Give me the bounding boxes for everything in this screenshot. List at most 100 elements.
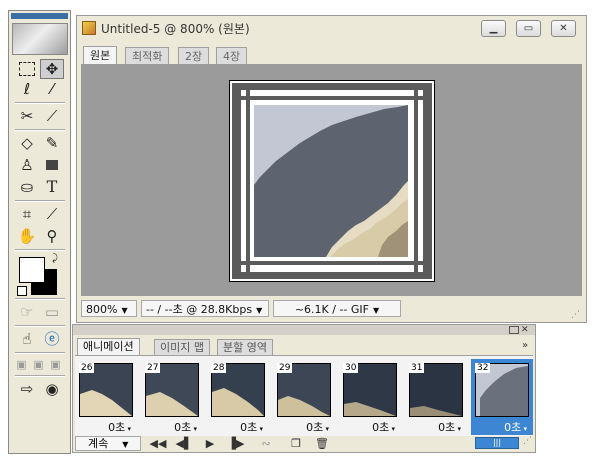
palette-menu-icon[interactable]: »	[522, 340, 528, 351]
file-size-select[interactable]: ~6.1K / -- GIF ▼	[273, 300, 401, 317]
slice-icon[interactable]: ✂	[15, 106, 39, 126]
frame-delay-value: 0초	[372, 421, 390, 434]
frame-strip: 26 0초 ▾ 27 0초 ▾ 28 0초 ▾ 29 0초 ▾ 30 0초 ▾ …	[75, 355, 533, 436]
hand-icon[interactable]: ✋	[15, 226, 39, 246]
zoom-icon[interactable]: ⚲	[40, 226, 64, 246]
frame-delay-value: 0초	[306, 421, 324, 434]
tab-slices[interactable]: 분할 영역	[217, 339, 273, 355]
animation-frame[interactable]: 28 0초 ▾	[207, 359, 269, 435]
frame-number: 26	[79, 363, 95, 373]
document-window: Untitled-5 @ 800% (원본) ▁ ▭ ✕ 원본 최적화 2장 4…	[76, 15, 587, 323]
photoshop-icon[interactable]: ◉	[40, 379, 64, 399]
type-icon[interactable]: T	[40, 177, 64, 197]
frame-number: 31	[409, 363, 425, 373]
animation-frame-selected[interactable]: 32 0초 ▾	[471, 359, 533, 435]
tab-image-map[interactable]: 이미지 맵	[154, 339, 210, 355]
toolbox-grip[interactable]	[11, 13, 68, 19]
document-title: Untitled-5 @ 800% (원본)	[101, 22, 250, 36]
default-colors-icon[interactable]	[17, 286, 27, 296]
frame-delay[interactable]: 0초 ▾	[405, 419, 467, 435]
tab-2up[interactable]: 2장	[178, 47, 210, 64]
hide-slices-icon[interactable]: ☞	[15, 302, 39, 322]
zoom-value: 800%	[86, 303, 118, 316]
file-size-value: ~6.1K / -- GIF	[294, 303, 369, 316]
loop-value: 계속	[88, 437, 109, 450]
magic-wand-icon[interactable]: ⁄	[40, 79, 64, 99]
move-icon[interactable]: ✥	[40, 59, 64, 79]
marquee-icon[interactable]	[15, 59, 39, 79]
screen-mode-full-menu-icon[interactable]: ▣	[30, 355, 47, 375]
duplicate-frame-icon[interactable]: ❐	[285, 436, 307, 451]
pencil-icon[interactable]: ✎	[40, 133, 64, 153]
crop-icon[interactable]: ⌗	[15, 204, 39, 224]
frame-delay[interactable]: 0초 ▾	[471, 419, 533, 435]
minimize-button[interactable]: ▁	[481, 20, 506, 37]
animation-frame[interactable]: 29 0초 ▾	[273, 359, 335, 435]
download-time-select[interactable]: -- / --초 @ 28.8Kbps ▼	[141, 300, 269, 317]
next-frame-button[interactable]: ▐▶	[225, 436, 247, 451]
preview-in-browser-icon[interactable]: ⓔ	[40, 329, 64, 349]
canvas-area[interactable]	[81, 64, 582, 296]
frame-delay-value: 0초	[504, 421, 522, 434]
frame-delay[interactable]: 0초 ▾	[273, 419, 335, 435]
trash-icon[interactable]: 🗑	[311, 436, 333, 451]
chevron-down-icon: ▼	[256, 306, 263, 315]
animation-frame[interactable]: 26 0초 ▾	[75, 359, 137, 435]
frame-number: 30	[343, 363, 359, 373]
zoom-select[interactable]: 800% ▼	[81, 300, 137, 317]
tween-icon[interactable]: ∾	[255, 436, 277, 451]
resize-grip-icon[interactable]: ⋰	[523, 436, 532, 446]
frame-delay-value: 0초	[240, 421, 258, 434]
toolbox: ✥ ℓ ⁄ ✂ ⟋ ◇ ✎ ♙ ⛀ T ⌗ ⟋ ✋ ⚲ ⤸ ☞ ▭ ☝ ⓔ ▣ …	[8, 10, 71, 454]
paint-bucket-icon[interactable]: ⛀	[15, 177, 39, 197]
eraser-icon[interactable]: ◇	[15, 133, 39, 153]
eyedropper-icon[interactable]: ⟋	[40, 204, 64, 224]
animation-frame[interactable]: 31 0초 ▾	[405, 359, 467, 435]
tab-animation[interactable]: 애니메이션	[77, 338, 140, 355]
animation-frame[interactable]: 27 0초 ▾	[141, 359, 203, 435]
document-icon	[82, 21, 96, 35]
tab-optimized[interactable]: 최적화	[125, 47, 170, 64]
rectangle-icon[interactable]	[40, 155, 64, 175]
previous-frame-button[interactable]: ◀▌	[173, 436, 195, 451]
frame-number: 29	[277, 363, 293, 373]
resize-grip-icon[interactable]: ⋰	[571, 310, 581, 320]
screen-mode-full-icon[interactable]: ▣	[47, 355, 64, 375]
chevron-down-icon: ▼	[122, 440, 129, 449]
imageready-logo[interactable]	[12, 23, 68, 55]
pixel-image	[230, 81, 434, 281]
rollover-preview-icon[interactable]: ☝	[15, 329, 39, 349]
scrollbar-thumb[interactable]: |||	[475, 437, 519, 449]
swap-colors-icon[interactable]: ⤸	[52, 253, 58, 264]
palette-title-bar[interactable]	[73, 325, 535, 335]
first-frame-button[interactable]: ◀◀	[147, 436, 169, 451]
palette-minimize-button[interactable]	[509, 326, 519, 334]
tab-4up[interactable]: 4장	[216, 47, 248, 64]
screen-mode-standard-icon[interactable]: ▣	[13, 355, 30, 375]
frame-delay-value: 0초	[108, 421, 126, 434]
frame-delay-value: 0초	[174, 421, 192, 434]
play-button[interactable]: ▶	[199, 436, 221, 451]
frame-delay[interactable]: 0초 ▾	[207, 419, 269, 435]
close-button[interactable]: ✕	[551, 20, 576, 37]
frame-delay[interactable]: 0초 ▾	[339, 419, 401, 435]
foreground-color-swatch[interactable]	[19, 257, 45, 283]
download-time-value: -- / --초 @ 28.8Kbps	[146, 303, 253, 316]
palette-close-button[interactable]: ✕	[521, 325, 529, 335]
frame-number: 28	[211, 363, 227, 373]
frame-delay[interactable]: 0초 ▾	[141, 419, 203, 435]
image-map-visibility-icon[interactable]: ▭	[40, 302, 64, 322]
maximize-button[interactable]: ▭	[516, 20, 541, 37]
stamp-icon[interactable]: ♙	[15, 155, 39, 175]
animation-controls: 계속 ▼ ◀◀ ◀▌ ▶ ▐▶ ∾ ❐ 🗑 ||| ⋰	[75, 436, 533, 452]
animation-palette: ✕ 애니메이션 이미지 맵 분할 영역 » 26 0초 ▾ 27 0초 ▾ 28…	[72, 324, 536, 453]
animation-frame[interactable]: 30 0초 ▾	[339, 359, 401, 435]
jump-to-photoshop-icon[interactable]: ⇨	[15, 379, 39, 399]
tab-original[interactable]: 원본	[83, 46, 118, 64]
frame-delay[interactable]: 0초 ▾	[75, 419, 137, 435]
slice-select-icon[interactable]: ⟋	[40, 106, 64, 126]
loop-select[interactable]: 계속 ▼	[75, 436, 141, 451]
lasso-icon[interactable]: ℓ	[15, 79, 39, 99]
image-canvas[interactable]	[229, 80, 435, 282]
chevron-down-icon: ▼	[373, 306, 380, 315]
